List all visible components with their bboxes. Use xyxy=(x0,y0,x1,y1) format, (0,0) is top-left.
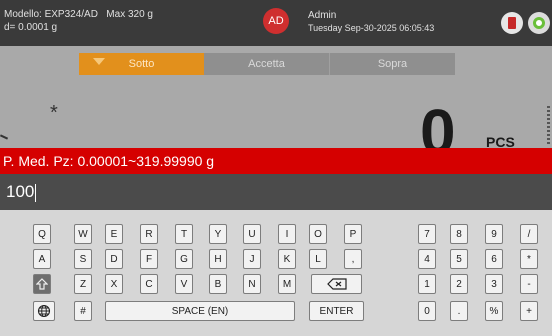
globe-icon xyxy=(37,304,51,318)
key-n[interactable]: N xyxy=(243,274,261,294)
text-caret xyxy=(35,183,37,202)
key-dot[interactable]: . xyxy=(450,301,468,321)
tab-sotto[interactable]: Sotto xyxy=(79,53,204,75)
key-q[interactable]: Q xyxy=(33,224,51,244)
stability-mark xyxy=(0,134,9,140)
key-hash[interactable]: # xyxy=(74,301,92,321)
key-4[interactable]: 4 xyxy=(418,249,436,269)
level-indicator xyxy=(547,106,550,146)
enter-key[interactable]: ENTER xyxy=(309,301,364,321)
shift-key[interactable] xyxy=(33,274,51,294)
avatar[interactable]: AD xyxy=(263,8,289,34)
key-b[interactable]: B xyxy=(209,274,227,294)
resolution: d= 0.0001 g xyxy=(4,22,58,33)
key-9[interactable]: 9 xyxy=(485,224,503,244)
key-t[interactable]: T xyxy=(175,224,193,244)
key-e[interactable]: E xyxy=(105,224,123,244)
key-z[interactable]: Z xyxy=(74,274,92,294)
value-input[interactable]: 100 xyxy=(0,174,552,210)
key-r[interactable]: R xyxy=(140,224,158,244)
key-7[interactable]: 7 xyxy=(418,224,436,244)
input-text: 100 xyxy=(6,182,35,201)
backspace-icon xyxy=(326,278,347,290)
shift-icon xyxy=(36,278,48,290)
tab-accetta[interactable]: Accetta xyxy=(204,53,330,75)
user-name: Admin xyxy=(308,10,337,21)
key-l[interactable]: L xyxy=(309,249,327,269)
space-key[interactable]: SPACE (EN) xyxy=(105,301,295,321)
key-percent[interactable]: % xyxy=(485,301,503,321)
unstable-marker: * xyxy=(50,102,58,124)
language-key[interactable] xyxy=(33,301,55,321)
key-plus[interactable]: + xyxy=(520,301,538,321)
key-v[interactable]: V xyxy=(175,274,193,294)
key-i[interactable]: I xyxy=(278,224,296,244)
tab-sopra[interactable]: Sopra xyxy=(330,53,455,75)
key-o[interactable]: O xyxy=(309,224,327,244)
key-asterisk[interactable]: * xyxy=(520,249,538,269)
tab-label: Sotto xyxy=(128,58,155,70)
key-u[interactable]: U xyxy=(243,224,261,244)
key-0[interactable]: 0 xyxy=(418,301,436,321)
key-8[interactable]: 8 xyxy=(450,224,468,244)
device-info: Modello: EXP324/AD Max 320 g d= 0.0001 g xyxy=(4,8,153,34)
key-a[interactable]: A xyxy=(33,249,51,269)
key-p[interactable]: P xyxy=(344,224,362,244)
key-s[interactable]: S xyxy=(74,249,92,269)
model-name: Modello: EXP324/AD xyxy=(4,9,98,20)
prompt-bar: P. Med. Pz: 0.00001~319.99990 g xyxy=(0,148,552,174)
key-g[interactable]: G xyxy=(175,249,193,269)
status-icon[interactable] xyxy=(528,12,550,34)
key-comma[interactable]: , xyxy=(344,249,362,269)
datetime: Tuesday Sep-30-2025 06:05:43 xyxy=(308,23,435,33)
key-f[interactable]: F xyxy=(140,249,158,269)
tolerance-tabs: Sotto Accetta Sopra xyxy=(79,53,455,75)
max-capacity: Max 320 g xyxy=(106,9,153,20)
key-w[interactable]: W xyxy=(74,224,92,244)
user-info: Admin Tuesday Sep-30-2025 06:05:43 xyxy=(308,9,434,35)
key-x[interactable]: X xyxy=(105,274,123,294)
on-screen-keyboard: Q W E R T Y U I O P 7 8 9 / A S D F G H … xyxy=(0,210,552,336)
tab-label: Sopra xyxy=(377,58,408,70)
key-slash[interactable]: / xyxy=(520,224,538,244)
key-minus[interactable]: - xyxy=(520,274,538,294)
key-2[interactable]: 2 xyxy=(450,274,468,294)
key-d[interactable]: D xyxy=(105,249,123,269)
key-j[interactable]: J xyxy=(243,249,261,269)
status-bar: Modello: EXP324/AD Max 320 g d= 0.0001 g… xyxy=(0,0,552,46)
key-k[interactable]: K xyxy=(278,249,296,269)
key-3[interactable]: 3 xyxy=(485,274,503,294)
backspace-key[interactable] xyxy=(311,274,362,294)
key-m[interactable]: M xyxy=(278,274,296,294)
arrow-down-icon xyxy=(93,58,105,65)
key-6[interactable]: 6 xyxy=(485,249,503,269)
key-y[interactable]: Y xyxy=(209,224,227,244)
key-5[interactable]: 5 xyxy=(450,249,468,269)
weighing-display: Sotto Accetta Sopra * 0 PCS xyxy=(0,46,552,164)
key-1[interactable]: 1 xyxy=(418,274,436,294)
key-c[interactable]: C xyxy=(140,274,158,294)
key-h[interactable]: H xyxy=(209,249,227,269)
tab-label: Accetta xyxy=(248,58,285,70)
usb-icon[interactable] xyxy=(501,12,523,34)
